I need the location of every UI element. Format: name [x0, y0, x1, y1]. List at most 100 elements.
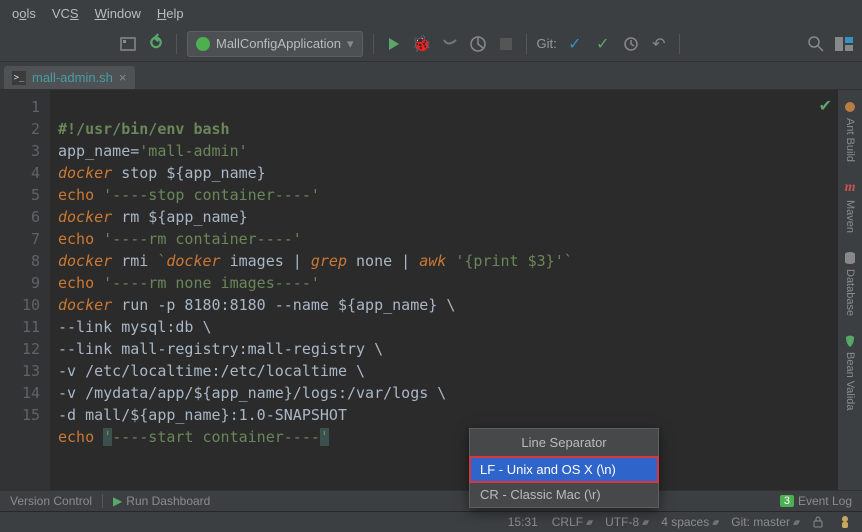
git-revert-icon[interactable]: ↶ [649, 34, 669, 54]
git-branch-indicator[interactable]: Git: master▴▾ [731, 515, 798, 529]
code-text: echo [58, 428, 94, 446]
line-separator-popup: Line Separator LF - Unix and OS X (\n) C… [469, 428, 659, 508]
run-config-selector[interactable]: MallConfigApplication ▾ [187, 31, 363, 57]
code-text: awk [419, 252, 446, 270]
code-text: --link mysql:db \ [58, 318, 212, 336]
code-text: none | [347, 252, 419, 270]
spring-icon [196, 37, 210, 51]
popup-title: Line Separator [470, 429, 658, 457]
event-count-badge: 3 [780, 495, 794, 507]
line-number: 13 [0, 360, 40, 382]
code-text: echo [58, 186, 94, 204]
toolbar: ⥀ MallConfigApplication ▾ 🐞 Git: ✓ ✓ ↶ [0, 26, 862, 62]
run-icon[interactable] [384, 34, 404, 54]
debug-icon[interactable]: 🐞 [412, 34, 432, 54]
build-icon[interactable]: ⥀ [146, 34, 166, 54]
code-text: ' [103, 428, 112, 446]
rail-maven[interactable]: m Maven [844, 180, 856, 233]
line-number: 2 [0, 118, 40, 140]
code-text: rmi [112, 252, 157, 270]
search-icon[interactable] [806, 34, 826, 54]
code-text: images | [221, 252, 311, 270]
line-number: 11 [0, 316, 40, 338]
close-icon[interactable]: × [119, 70, 127, 85]
code-text: rm ${app_name} [112, 208, 247, 226]
code-text: docker [58, 296, 112, 314]
inspection-ok-icon[interactable]: ✔ [819, 96, 832, 116]
line-number: 15 [0, 404, 40, 426]
code-text: grep [311, 252, 347, 270]
code-text: -v /etc/localtime:/etc/localtime \ [58, 362, 365, 380]
code-text: docker [58, 208, 112, 226]
git-history-icon[interactable] [621, 34, 641, 54]
line-number: 1 [0, 96, 40, 118]
code-text: run -p 8180:8180 --name ${app_name} \ [112, 296, 455, 314]
profile-icon[interactable] [468, 34, 488, 54]
line-number: 4 [0, 162, 40, 184]
coverage-icon[interactable] [440, 34, 460, 54]
line-number: 12 [0, 338, 40, 360]
dropdown-chevron-icon: ▾ [347, 36, 354, 52]
code-text: -v /mydata/app/${app_name}/logs:/var/log… [58, 384, 446, 402]
run-dashboard-button[interactable]: ▶ Run Dashboard [103, 494, 220, 508]
code-text: -d mall/${app_name}:1.0-SNAPSHOT [58, 406, 347, 424]
code-text: stop ${app_name} [112, 164, 266, 182]
indent-indicator[interactable]: 4 spaces▴▾ [661, 515, 717, 529]
git-label: Git: [537, 36, 557, 51]
tab-label: mall-admin.sh [32, 70, 113, 85]
rail-bean-validation[interactable]: Bean Valida [843, 334, 857, 411]
stop-icon[interactable] [496, 34, 516, 54]
rail-ant-build[interactable]: Ant Build [843, 100, 857, 162]
code-text: '----rm none images----' [94, 274, 320, 292]
status-bar: 15:31 CRLF▴▾ UTF-8▴▾ 4 spaces▴▾ Git: mas… [0, 511, 862, 532]
menu-vcs[interactable]: VCS [44, 4, 87, 23]
code-text: 'mall-admin' [139, 142, 247, 160]
rail-database[interactable]: Database [843, 251, 857, 316]
line-number: 10 [0, 294, 40, 316]
line-number: 3 [0, 140, 40, 162]
run-icon: ▶ [113, 494, 122, 508]
event-log-button[interactable]: 3 Event Log [770, 494, 862, 508]
line-number: 9 [0, 272, 40, 294]
editor: 1 2 3 4 5 6 7 8 9 10 11 12 13 14 15 #!/u… [0, 90, 862, 490]
code-text: '----rm container----' [94, 230, 302, 248]
cursor-position[interactable]: 15:31 [508, 515, 538, 529]
menu-help[interactable]: Help [149, 4, 192, 23]
terminal-icon: >_ [12, 71, 26, 85]
code-text: ----start container---- [112, 428, 320, 446]
structure-icon[interactable] [834, 34, 854, 54]
menu-tools[interactable]: ools [4, 4, 44, 23]
code-text: docker [58, 252, 112, 270]
line-number: 6 [0, 206, 40, 228]
line-number: 14 [0, 382, 40, 404]
code-text: ` [564, 252, 573, 270]
code-text: echo [58, 274, 94, 292]
code-text: docker [166, 252, 220, 270]
git-commit-icon[interactable]: ✓ [593, 34, 613, 54]
code-text: --link mall-registry:mall-registry \ [58, 340, 383, 358]
encoding-indicator[interactable]: UTF-8▴▾ [605, 515, 647, 529]
code-text: #!/usr/bin/env bash [58, 120, 230, 138]
git-update-icon[interactable]: ✓ [565, 34, 585, 54]
code-text: docker [58, 164, 112, 182]
code-text: '{print $3}' [446, 252, 563, 270]
popup-item-cr[interactable]: CR - Classic Mac (\r) [470, 482, 658, 507]
run-config-label: MallConfigApplication [216, 36, 341, 51]
line-number: 5 [0, 184, 40, 206]
gutter: 1 2 3 4 5 6 7 8 9 10 11 12 13 14 15 [0, 90, 50, 490]
hector-icon[interactable] [838, 515, 852, 529]
version-control-button[interactable]: Version Control [0, 494, 102, 508]
menu-window[interactable]: Window [87, 4, 149, 23]
picker-icon[interactable] [118, 34, 138, 54]
lock-icon[interactable] [812, 516, 824, 528]
line-separator-indicator[interactable]: CRLF▴▾ [552, 515, 591, 529]
line-number: 7 [0, 228, 40, 250]
line-number: 8 [0, 250, 40, 272]
menubar: ools VCS Window Help [0, 0, 862, 26]
popup-item-lf[interactable]: LF - Unix and OS X (\n) [470, 457, 658, 482]
right-tool-rail: Ant Build m Maven Database Bean Valida [838, 90, 862, 490]
code-text: '----stop container----' [94, 186, 320, 204]
code-area[interactable]: #!/usr/bin/env bash app_name='mall-admin… [50, 90, 862, 490]
code-text: app_name= [58, 142, 139, 160]
tab-mall-admin-sh[interactable]: >_ mall-admin.sh × [4, 66, 135, 89]
